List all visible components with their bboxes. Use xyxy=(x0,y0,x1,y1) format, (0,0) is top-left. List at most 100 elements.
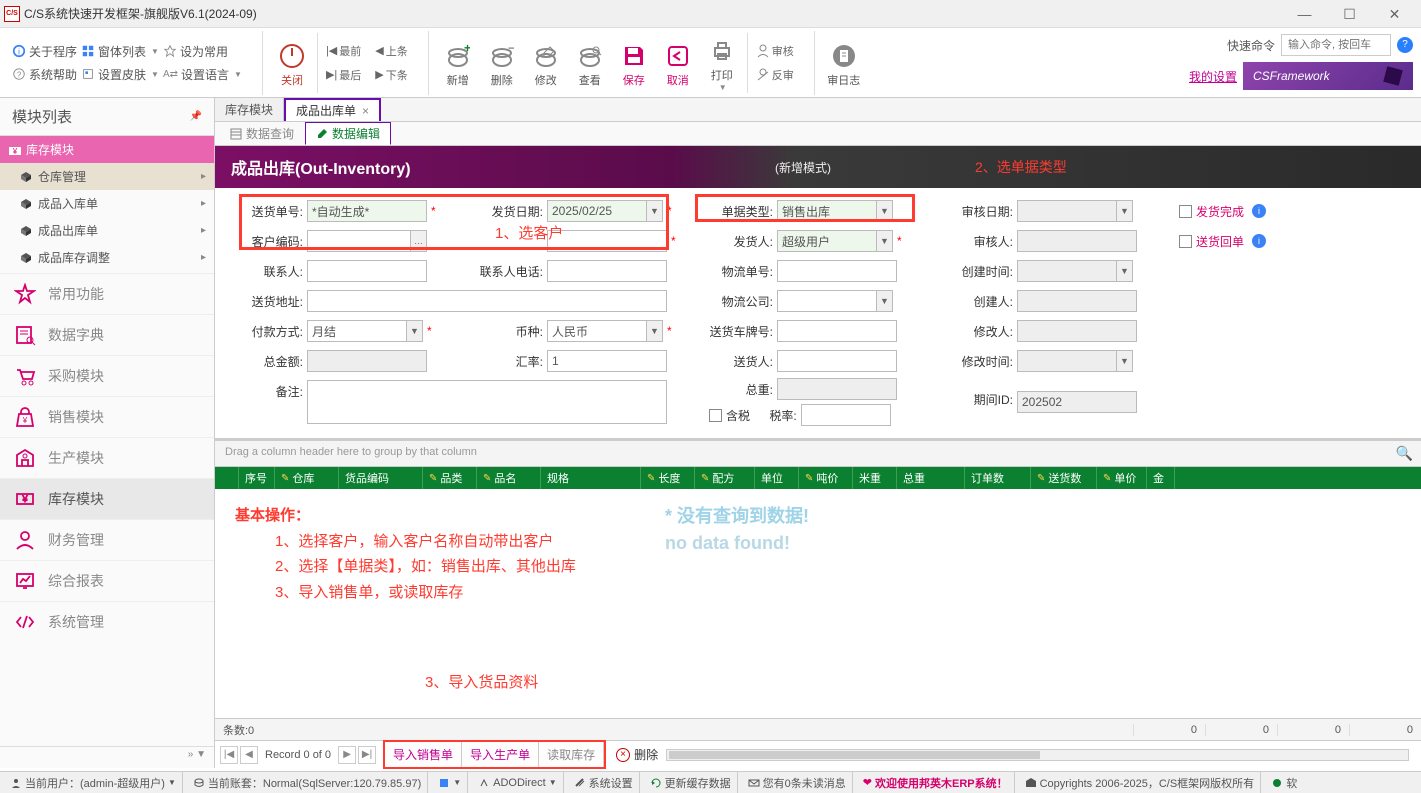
info-icon[interactable]: i xyxy=(1252,234,1266,248)
dropdown-icon[interactable]: ▼ xyxy=(877,200,893,222)
ship-date-input[interactable] xyxy=(547,200,647,222)
my-settings-link[interactable]: 我的设置 xyxy=(1189,68,1237,85)
module-money[interactable]: ¥库存模块 xyxy=(0,478,214,519)
view-button[interactable]: 查看 xyxy=(569,35,611,95)
currency-input[interactable] xyxy=(547,320,647,342)
save-button[interactable]: 保存 xyxy=(613,35,655,95)
customer-code-input[interactable] xyxy=(307,230,411,252)
ship-addr-input[interactable] xyxy=(307,290,667,312)
print-button[interactable]: 打印▼ xyxy=(701,35,743,95)
dropdown-icon[interactable]: ▼ xyxy=(1117,200,1133,222)
sys-help-button[interactable]: ?系统帮助 xyxy=(12,66,77,83)
sidebar-tree-header[interactable]: ¥ 库存模块 xyxy=(0,136,214,163)
rate-input[interactable] xyxy=(547,350,667,372)
tab-out-inventory[interactable]: 成品出库单× xyxy=(284,98,381,121)
dropdown-icon[interactable]: ▼ xyxy=(647,200,663,222)
col-0[interactable]: 序号 xyxy=(239,467,275,489)
col-6[interactable]: ✎长度 xyxy=(641,467,695,489)
tax-rate-input[interactable] xyxy=(801,404,891,426)
delivery-no-input[interactable] xyxy=(307,200,427,222)
logistics-co-input[interactable] xyxy=(777,290,877,312)
subtab-edit[interactable]: 数据编辑 xyxy=(305,122,391,145)
close-tab-icon[interactable]: × xyxy=(362,104,369,118)
module-bag[interactable]: ¥销售模块 xyxy=(0,396,214,437)
module-code[interactable]: 系统管理 xyxy=(0,601,214,642)
module-cart[interactable]: 采购模块 xyxy=(0,355,214,396)
unapprove-button[interactable]: 反审 xyxy=(756,67,794,83)
col-5[interactable]: 规格 xyxy=(541,467,641,489)
col-14[interactable]: ✎单价 xyxy=(1097,467,1147,489)
sidebar-collapse[interactable]: » ▼ xyxy=(0,746,214,768)
col-1[interactable]: ✎仓库 xyxy=(275,467,339,489)
set-skin-button[interactable]: 设置皮肤▼ xyxy=(81,66,159,83)
next-button[interactable]: ▶ 下条 xyxy=(375,67,407,83)
truck-no-input[interactable] xyxy=(777,320,897,342)
about-button[interactable]: i关于程序 xyxy=(12,43,77,60)
grid-group-panel[interactable]: Drag a column header here to group by th… xyxy=(215,441,1421,467)
dropdown-icon[interactable]: ▼ xyxy=(647,320,663,342)
col-8[interactable]: 单位 xyxy=(755,467,799,489)
subtab-query[interactable]: 数据查询 xyxy=(219,122,305,145)
ship-done-checkbox[interactable] xyxy=(1179,205,1192,218)
nav-next-button[interactable]: ▶ xyxy=(338,746,356,764)
contact-tel-input[interactable] xyxy=(547,260,667,282)
first-button[interactable]: |◀ 最前 xyxy=(326,43,361,59)
close-window-button[interactable]: ✕ xyxy=(1372,0,1417,28)
delete-row-button[interactable]: ×删除 xyxy=(616,746,658,763)
import-prod-button[interactable]: 导入生产单 xyxy=(462,742,539,767)
pay-method-input[interactable] xyxy=(307,320,407,342)
status-ado[interactable]: ADODirect▼ xyxy=(472,772,563,793)
nav-last-button[interactable]: ▶| xyxy=(358,746,376,764)
customer-name-input[interactable] xyxy=(547,230,667,252)
deliverer-input[interactable] xyxy=(777,350,897,372)
info-icon[interactable]: i xyxy=(1252,204,1266,218)
col-12[interactable]: 订单数 xyxy=(965,467,1031,489)
col-13[interactable]: ✎送货数 xyxy=(1031,467,1097,489)
status-msg[interactable]: 您有0条未读消息 xyxy=(742,772,853,793)
tab-inventory-module[interactable]: 库存模块 xyxy=(215,98,284,121)
audit-date-input[interactable] xyxy=(1017,200,1117,222)
doc-type-input[interactable] xyxy=(777,200,877,222)
pin-icon[interactable]: 📌 xyxy=(190,111,202,122)
nav-prev-button[interactable]: ◀ xyxy=(240,746,258,764)
remark-input[interactable] xyxy=(307,380,667,424)
module-report[interactable]: 综合报表 xyxy=(0,560,214,601)
maximize-button[interactable]: ☐ xyxy=(1327,0,1372,28)
cancel-button[interactable]: 取消 xyxy=(657,35,699,95)
col-2[interactable]: 货品编码 xyxy=(339,467,423,489)
import-sales-button[interactable]: 导入销售单 xyxy=(385,742,462,767)
shipper-input[interactable] xyxy=(777,230,877,252)
col-4[interactable]: ✎品名 xyxy=(477,467,541,489)
col-9[interactable]: ✎吨价 xyxy=(799,467,853,489)
module-dict[interactable]: 数据字典 xyxy=(0,314,214,355)
dropdown-icon[interactable]: ▼ xyxy=(877,290,893,312)
col-10[interactable]: 米重 xyxy=(853,467,897,489)
dropdown-icon[interactable]: ▼ xyxy=(1117,350,1133,372)
edit-button[interactable]: 修改 xyxy=(525,35,567,95)
col-3[interactable]: ✎品类 xyxy=(423,467,477,489)
status-sys-settings[interactable]: 系统设置 xyxy=(568,772,640,793)
form-list-button[interactable]: 窗体列表▼ xyxy=(81,43,159,60)
col-15[interactable]: 金 xyxy=(1147,467,1175,489)
approve-button[interactable]: 审核 xyxy=(756,43,794,59)
delete-button[interactable]: −删除 xyxy=(481,35,523,95)
sidebar-item-3[interactable]: 成品库存调整▸ xyxy=(0,244,214,271)
sidebar-item-2[interactable]: 成品出库单▸ xyxy=(0,217,214,244)
dropdown-icon[interactable]: ▼ xyxy=(407,320,423,342)
read-stock-button[interactable]: 读取库存 xyxy=(539,742,604,767)
contact-input[interactable] xyxy=(307,260,427,282)
quickcmd-input[interactable] xyxy=(1281,34,1391,56)
status-user[interactable]: 当前用户：(admin-超级用户)▼ xyxy=(4,772,183,793)
add-button[interactable]: +新增 xyxy=(437,35,479,95)
return-checkbox[interactable] xyxy=(1179,235,1192,248)
prev-button[interactable]: ◀ 上条 xyxy=(375,43,407,59)
dropdown-icon[interactable]: ▼ xyxy=(1117,260,1133,282)
col-7[interactable]: ✎配方 xyxy=(695,467,755,489)
set-default-button[interactable]: 设为常用 xyxy=(163,43,228,60)
sidebar-item-0[interactable]: 仓库管理▸ xyxy=(0,163,214,190)
status-account[interactable]: 当前账套：Normal(SqlServer:120.79.85.97) xyxy=(187,772,428,793)
set-lang-button[interactable]: A⇄设置语言▼ xyxy=(163,66,242,83)
col-11[interactable]: 总重 xyxy=(897,467,965,489)
search-icon[interactable]: 🔍 xyxy=(1396,445,1413,462)
status-refresh[interactable]: 更新缓存数据 xyxy=(644,772,738,793)
